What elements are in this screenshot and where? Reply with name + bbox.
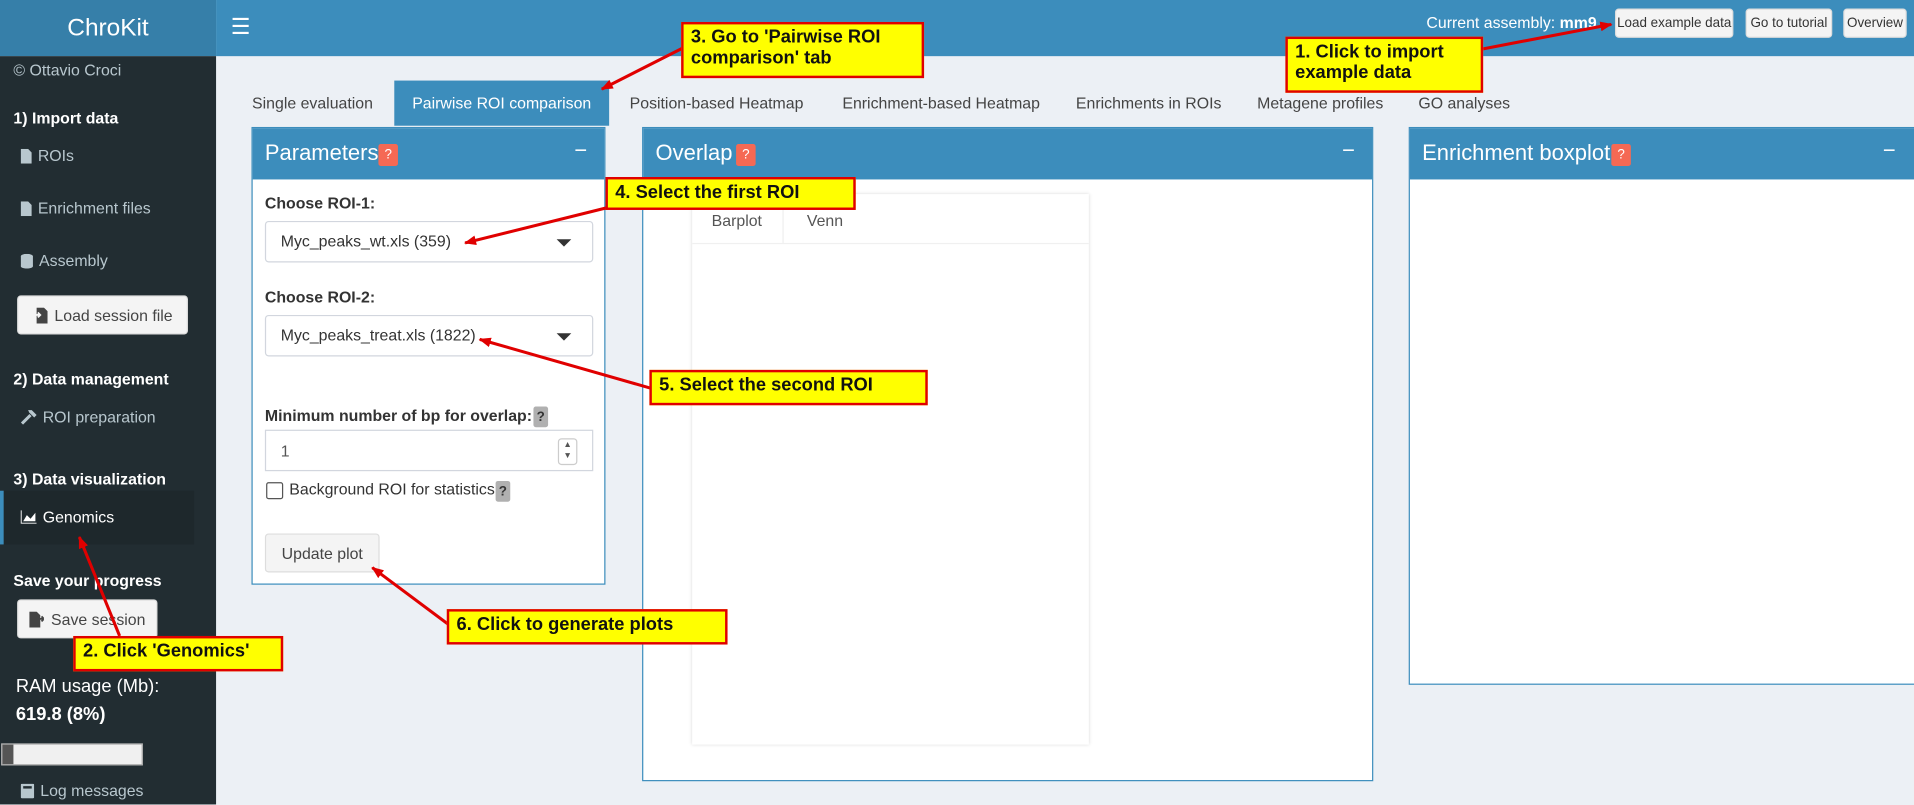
- save-progress-heading: Save your progress: [13, 571, 162, 590]
- tab-divider: [692, 242, 1089, 245]
- overlap-panel: Overlap ? − Barplot Venn: [642, 126, 1374, 782]
- author-credit: © Ottavio Croci: [13, 61, 122, 80]
- sidebar-item-assembly[interactable]: Assembly: [20, 251, 108, 270]
- help-icon[interactable]: ?: [378, 144, 398, 167]
- section-data-management: 2) Data management: [13, 369, 169, 389]
- sidebar-item-label: Genomics: [42, 507, 115, 527]
- section-data-visualization: 3) Data visualization: [13, 469, 166, 489]
- parameters-panel-header: Parameters ? −: [252, 128, 605, 180]
- collapse-icon[interactable]: −: [574, 138, 587, 164]
- roi2-select[interactable]: Myc_peaks_treat.xls (1822): [264, 314, 594, 357]
- assembly-value: mm9: [1559, 13, 1597, 32]
- roi2-label: Choose ROI-2:: [264, 288, 376, 307]
- sidebar-item-roi-preparation[interactable]: ROI preparation: [20, 407, 156, 427]
- roi1-select[interactable]: Myc_peaks_wt.xls (359): [264, 220, 594, 263]
- tab-position-based-heatmap[interactable]: Position-based Heatmap: [620, 81, 813, 126]
- current-assembly: Current assembly: mm9: [1426, 13, 1596, 31]
- button-label: Load session file: [54, 305, 173, 325]
- tab-enrichment-based-heatmap[interactable]: Enrichment-based Heatmap: [831, 81, 1051, 126]
- annotation-step-2: 2. Click 'Genomics': [73, 635, 284, 672]
- update-plot-button[interactable]: Update plot: [264, 533, 380, 573]
- sidebar-item-log-messages[interactable]: Log messages: [20, 781, 144, 800]
- panel-title: Enrichment boxplot: [1422, 140, 1611, 165]
- help-icon[interactable]: ?: [1611, 144, 1631, 167]
- sidebar-item-label: ROI preparation: [42, 407, 156, 427]
- tab-pairwise-roi-comparison[interactable]: Pairwise ROI comparison: [394, 80, 610, 126]
- background-roi-checkbox[interactable]: [266, 482, 284, 500]
- annotation-step-1: 1. Click to import example data: [1285, 36, 1484, 93]
- min-bp-overlap-input[interactable]: 1 ▲ ▼: [264, 429, 594, 472]
- help-icon[interactable]: ?: [533, 406, 549, 428]
- help-icon[interactable]: ?: [495, 480, 511, 502]
- save-session-button[interactable]: Save session: [17, 599, 158, 639]
- sidebar-item-rois[interactable]: ROIs: [20, 146, 75, 165]
- book-icon: [20, 783, 35, 798]
- annotation-step-3: 3. Go to 'Pairwise ROI comparison' tab: [681, 21, 925, 79]
- parameters-panel: Parameters ? − Choose ROI-1: Myc_peaks_w…: [251, 126, 606, 585]
- collapse-icon[interactable]: −: [1883, 138, 1896, 164]
- enrichment-boxplot-panel-header: Enrichment boxplot ? −: [1409, 128, 1914, 180]
- file-import-icon: [32, 307, 48, 323]
- tab-label: Venn: [806, 211, 844, 230]
- ram-usage-progress-bar: [1, 743, 143, 766]
- annotation-step-4: 4. Select the first ROI: [605, 177, 856, 210]
- tab-label: Barplot: [711, 211, 762, 230]
- chevron-down-icon: [556, 239, 572, 247]
- app-logo[interactable]: ChroKit: [0, 0, 217, 57]
- load-session-file-button[interactable]: Load session file: [17, 295, 188, 335]
- hamburger-icon[interactable]: ☰: [231, 16, 251, 38]
- collapse-icon[interactable]: −: [1342, 138, 1355, 164]
- ram-usage-label: RAM usage (Mb):: [15, 676, 160, 698]
- background-roi-label: Background ROI for statistics: [289, 479, 495, 499]
- overview-button[interactable]: Overview: [1843, 8, 1907, 38]
- area-chart-icon: [20, 510, 37, 524]
- load-example-data-button[interactable]: Load example data: [1614, 8, 1734, 38]
- annotation-step-6: 6. Click to generate plots: [446, 609, 728, 645]
- sidebar: © Ottavio Croci 1) Import data ROIs Enri…: [0, 56, 217, 805]
- chevron-down-icon: [556, 333, 572, 341]
- assembly-label: Current assembly:: [1426, 13, 1556, 32]
- roi2-selected-value: Myc_peaks_treat.xls (1822): [280, 325, 476, 345]
- ram-usage-value: 619.8 (8%): [15, 704, 106, 726]
- go-to-tutorial-button[interactable]: Go to tutorial: [1745, 8, 1833, 38]
- enrichment-boxplot-panel: Enrichment boxplot ? −: [1408, 126, 1914, 685]
- min-bp-overlap-label: Minimum number of bp for overlap:: [264, 406, 533, 425]
- number-stepper-icon[interactable]: ▲ ▼: [557, 438, 578, 466]
- roi1-selected-value: Myc_peaks_wt.xls (359): [280, 231, 451, 251]
- sidebar-item-label: Log messages: [40, 781, 144, 800]
- panel-title: Parameters: [264, 140, 379, 165]
- ram-usage-progress-fill: [2, 744, 14, 765]
- overlap-tabset: Barplot Venn: [692, 194, 1089, 745]
- panel-title: Overlap: [655, 140, 733, 165]
- tab-enrichments-in-rois[interactable]: Enrichments in ROIs: [1069, 81, 1228, 126]
- hammer-icon: [20, 410, 37, 425]
- section-import-data: 1) Import data: [13, 108, 119, 127]
- file-icon: [20, 200, 32, 216]
- roi1-label: Choose ROI-1:: [264, 194, 376, 213]
- min-bp-overlap-value: 1: [280, 441, 290, 461]
- tab-single-evaluation[interactable]: Single evaluation: [244, 81, 381, 126]
- sidebar-item-enrichment-files[interactable]: Enrichment files: [20, 198, 151, 218]
- file-export-icon: [29, 610, 44, 627]
- database-icon: [20, 253, 33, 268]
- sidebar-item-genomics-content[interactable]: Genomics: [20, 507, 115, 527]
- help-icon[interactable]: ?: [736, 144, 756, 167]
- sidebar-item-label: Enrichment files: [37, 198, 151, 218]
- sidebar-item-label: Assembly: [39, 251, 108, 270]
- overlap-panel-header: Overlap ? −: [643, 128, 1373, 180]
- annotation-step-5: 5. Select the second ROI: [649, 369, 928, 406]
- file-icon: [20, 148, 32, 163]
- button-label: Save session: [51, 609, 146, 629]
- sidebar-item-label: ROIs: [37, 146, 75, 165]
